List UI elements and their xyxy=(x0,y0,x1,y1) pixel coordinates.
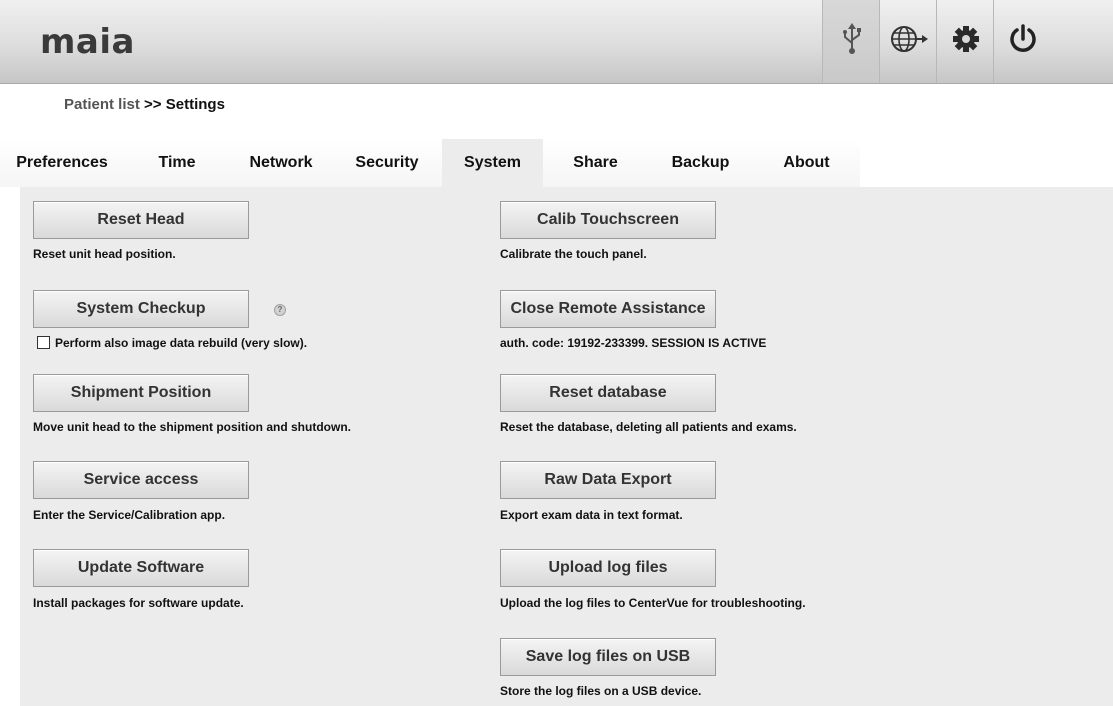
image-rebuild-checkbox-label: Perform also image data rebuild (very sl… xyxy=(55,336,308,350)
calib-touchscreen-button[interactable]: Calib Touchscreen xyxy=(500,201,716,239)
shipment-position-button[interactable]: Shipment Position xyxy=(33,374,249,412)
save-log-files-usb-description: Store the log files on a USB device. xyxy=(500,684,702,698)
reset-database-description: Reset the database, deleting all patient… xyxy=(500,420,797,434)
breadcrumb-separator: >> xyxy=(144,96,162,113)
top-bar: maia xyxy=(0,0,1113,84)
network-button[interactable] xyxy=(879,0,937,83)
reset-database-button[interactable]: Reset database xyxy=(500,374,716,412)
settings-button[interactable] xyxy=(936,0,994,83)
tab-system[interactable]: System xyxy=(442,139,543,187)
tab-about[interactable]: About xyxy=(753,139,860,187)
upload-log-files-description: Upload the log files to CenterVue for tr… xyxy=(500,596,806,610)
upload-log-files-button[interactable]: Upload log files xyxy=(500,549,716,587)
remote-assistance-status: auth. code: 19192-233399. SESSION IS ACT… xyxy=(500,336,767,350)
calib-touchscreen-description: Calibrate the touch panel. xyxy=(500,247,647,261)
app-logo: maia xyxy=(40,22,135,62)
network-globe-icon xyxy=(889,24,929,59)
power-button[interactable] xyxy=(993,0,1051,83)
tab-security[interactable]: Security xyxy=(332,139,442,187)
raw-data-export-button[interactable]: Raw Data Export xyxy=(500,461,716,499)
tab-preferences[interactable]: Preferences xyxy=(0,139,124,187)
settings-gear-icon xyxy=(952,25,980,58)
service-access-description: Enter the Service/Calibration app. xyxy=(33,508,226,522)
help-icon[interactable]: ? xyxy=(274,304,286,316)
raw-data-export-description: Export exam data in text format. xyxy=(500,508,683,522)
image-rebuild-checkbox[interactable] xyxy=(37,336,50,349)
usb-button[interactable] xyxy=(822,0,880,83)
update-software-button[interactable]: Update Software xyxy=(33,549,249,587)
close-remote-assistance-button[interactable]: Close Remote Assistance xyxy=(500,290,716,328)
shipment-position-description: Move unit head to the shipment position … xyxy=(33,420,351,434)
breadcrumb-link-patient-list[interactable]: Patient list xyxy=(64,96,140,113)
system-settings-panel xyxy=(20,187,1113,706)
save-log-files-usb-button[interactable]: Save log files on USB xyxy=(500,638,716,676)
update-software-description: Install packages for software update. xyxy=(33,596,244,610)
tab-network[interactable]: Network xyxy=(230,139,332,187)
service-access-button[interactable]: Service access xyxy=(33,461,249,499)
breadcrumb: Patient list >> Settings xyxy=(64,96,225,113)
tab-time[interactable]: Time xyxy=(124,139,230,187)
tab-backup[interactable]: Backup xyxy=(648,139,753,187)
tab-share[interactable]: Share xyxy=(543,139,648,187)
reset-head-button[interactable]: Reset Head xyxy=(33,201,249,239)
power-icon xyxy=(1008,24,1038,59)
system-checkup-button[interactable]: System Checkup xyxy=(33,290,249,328)
breadcrumb-current: Settings xyxy=(165,96,225,113)
usb-icon xyxy=(841,23,863,60)
reset-head-description: Reset unit head position. xyxy=(33,247,176,261)
